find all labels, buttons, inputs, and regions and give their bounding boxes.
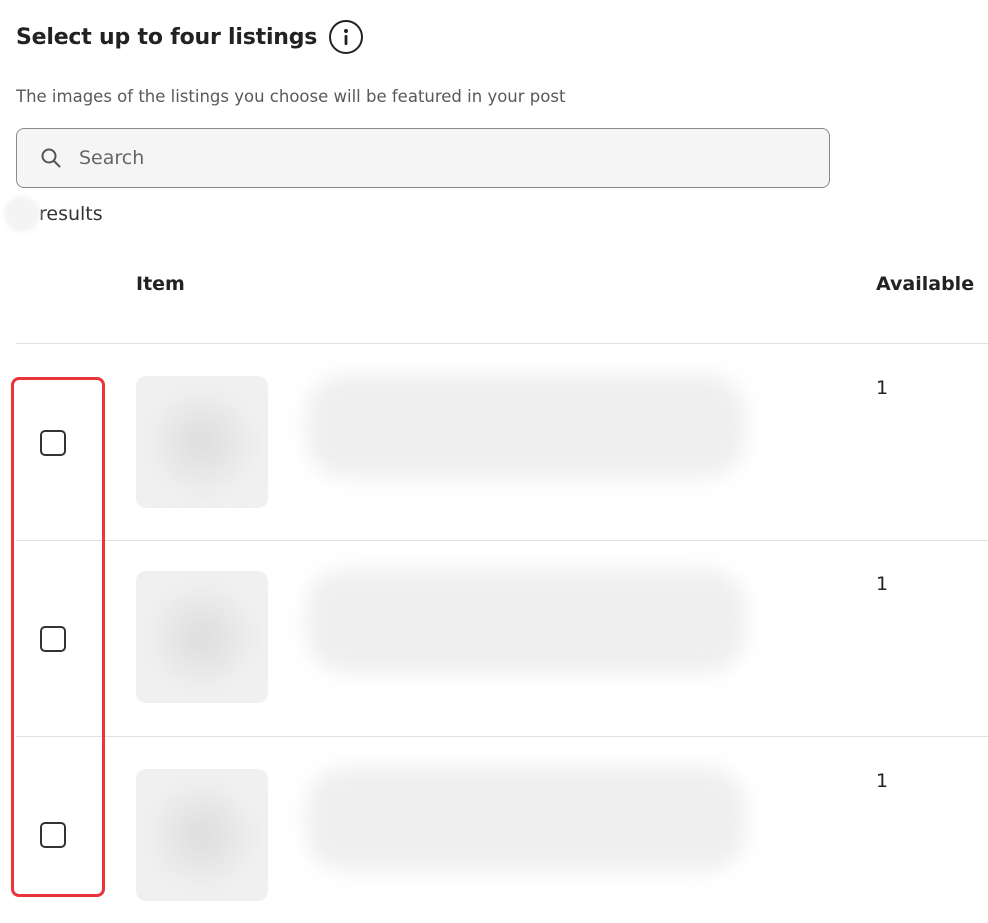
search-icon: [41, 148, 61, 168]
search-input[interactable]: [77, 146, 781, 170]
column-header-item: Item: [136, 273, 185, 295]
listing-thumbnail: [136, 376, 268, 508]
row-checkbox[interactable]: [40, 430, 66, 456]
results-count: results: [4, 196, 103, 232]
results-count-number: [4, 196, 40, 232]
listing-thumbnail: [136, 571, 268, 703]
search-box[interactable]: [16, 128, 830, 188]
column-header-available: Available: [876, 273, 975, 295]
available-count: 1: [876, 573, 889, 595]
listing-title: [306, 767, 746, 871]
available-count: 1: [876, 770, 889, 792]
listing-selector-page: Select up to four listings The images of…: [0, 0, 988, 923]
header: Select up to four listings: [16, 20, 364, 54]
table-row: 1: [16, 344, 988, 540]
available-count: 1: [876, 377, 889, 399]
listing-title: [306, 569, 746, 673]
page-title: Select up to four listings: [16, 24, 318, 50]
listing-thumbnail: [136, 769, 268, 901]
info-icon[interactable]: [329, 20, 364, 54]
table-row: 1: [16, 737, 988, 923]
row-checkbox[interactable]: [40, 626, 66, 652]
page-subtitle: The images of the listings you choose wi…: [16, 87, 566, 106]
row-checkbox[interactable]: [40, 822, 66, 848]
table-row: 1: [16, 541, 988, 737]
listing-title: [306, 374, 746, 478]
results-label: results: [39, 203, 103, 225]
